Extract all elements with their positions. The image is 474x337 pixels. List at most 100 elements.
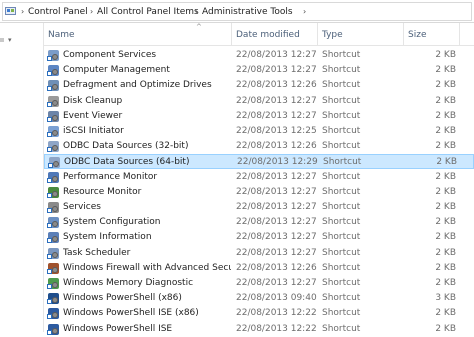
breadcrumb-separator-icon[interactable]: ›: [90, 7, 93, 16]
powershell-x86-icon: [47, 292, 60, 305]
file-type: Shortcut: [322, 217, 361, 228]
file-size: 2 KB: [435, 247, 456, 258]
file-date: 22/08/2013 12:29 ...: [237, 157, 319, 168]
file-size: 2 KB: [435, 126, 456, 136]
file-row[interactable]: Windows PowerShell ISE 22/08/2013 12:22 .…: [44, 322, 474, 337]
file-row[interactable]: ODBC Data Sources (64-bit) 22/08/2013 12:…: [44, 154, 474, 170]
address-bar[interactable]: › Control Panel › All Control Panel Item…: [0, 0, 474, 23]
defragment-icon: [47, 79, 60, 92]
file-size: 2 KB: [435, 217, 456, 228]
file-date: 22/08/2013 12:27 ...: [236, 110, 318, 121]
file-type: Shortcut: [322, 202, 361, 212]
column-size-label: Size: [408, 30, 427, 40]
computer-management-icon: [47, 64, 60, 77]
file-date: 22/08/2013 12:27 ...: [236, 247, 318, 258]
file-date: 22/08/2013 12:27 ...: [236, 278, 318, 288]
file-type: Shortcut: [322, 186, 361, 197]
file-name: Windows Memory Diagnostic: [63, 278, 194, 288]
file-type: Shortcut: [322, 247, 361, 258]
column-size-header[interactable]: Size: [404, 23, 460, 45]
odbc-32-icon: [47, 140, 60, 153]
file-date: 22/08/2013 12:26 ...: [236, 141, 318, 152]
file-type: Shortcut: [322, 80, 361, 91]
file-size: 3 KB: [435, 293, 456, 304]
file-row[interactable]: Windows PowerShell (x86) 22/08/2013 09:40…: [44, 291, 474, 306]
task-scheduler-icon: [47, 247, 60, 260]
file-row[interactable]: Windows Memory Diagnostic 22/08/2013 12:2…: [44, 276, 474, 291]
file-size: 2 KB: [435, 308, 456, 319]
file-size: 2 KB: [435, 80, 456, 91]
file-name: Resource Monitor: [63, 186, 142, 197]
file-date: 22/08/2013 12:27 ...: [236, 186, 318, 197]
file-type: Shortcut: [322, 110, 361, 121]
file-date: 22/08/2013 12:27 ...: [236, 217, 318, 228]
file-name: Windows PowerShell ISE: [63, 323, 173, 334]
disk-cleanup-icon: [47, 95, 60, 108]
file-row[interactable]: ODBC Data Sources (32-bit) 22/08/2013 12:…: [44, 139, 474, 154]
column-name-header[interactable]: Name: [44, 23, 232, 45]
file-date: 22/08/2013 09:40 ...: [236, 293, 318, 304]
file-name: Windows PowerShell ISE (x86): [63, 308, 199, 319]
file-name: Windows PowerShell (x86): [63, 293, 182, 304]
breadcrumb-all-items[interactable]: All Control Panel Items: [97, 7, 199, 17]
breadcrumb-control-panel[interactable]: Control Panel: [28, 7, 88, 17]
file-size: 2 KB: [435, 171, 456, 182]
file-type: Shortcut: [322, 293, 361, 304]
file-date: 22/08/2013 12:22 ...: [236, 323, 318, 334]
file-row[interactable]: Event Viewer 22/08/2013 12:27 ... Shortcut…: [44, 109, 474, 124]
file-row[interactable]: Windows PowerShell ISE (x86) 22/08/2013 1…: [44, 306, 474, 321]
file-type: Shortcut: [322, 262, 361, 273]
file-size: 2 KB: [435, 95, 456, 106]
file-type: Shortcut: [322, 65, 361, 76]
powershell-ise-icon: [47, 323, 60, 336]
file-type: Shortcut: [322, 323, 361, 334]
file-row[interactable]: Computer Management 22/08/2013 12:27 ... S…: [44, 63, 474, 78]
file-type: Shortcut: [322, 50, 361, 60]
breadcrumb[interactable]: › Control Panel › All Control Panel Item…: [2, 2, 472, 21]
file-date: 22/08/2013 12:27 ...: [236, 95, 318, 106]
file-name: Computer Management: [63, 65, 170, 76]
column-type-header[interactable]: Type: [318, 23, 404, 45]
file-date: 22/08/2013 12:25 ...: [236, 126, 318, 136]
file-row[interactable]: System Configuration 22/08/2013 12:27 ...…: [44, 215, 474, 230]
file-row[interactable]: Disk Cleanup 22/08/2013 12:27 ... Shortcut…: [44, 94, 474, 109]
file-row[interactable]: Component Services 22/08/2013 12:27 ... Sh…: [44, 48, 474, 63]
file-size: 2 KB: [435, 278, 456, 288]
file-size: 2 KB: [435, 262, 456, 273]
system-configuration-icon: [47, 216, 60, 229]
file-type: Shortcut: [322, 171, 361, 182]
file-date: 22/08/2013 12:27 ...: [236, 65, 318, 76]
resource-monitor-icon: [47, 186, 60, 199]
file-row[interactable]: Task Scheduler 22/08/2013 12:27 ... Shortc…: [44, 246, 474, 261]
file-row[interactable]: Defragment and Optimize Drives 22/08/2013…: [44, 78, 474, 93]
file-type: Shortcut: [322, 95, 361, 106]
breadcrumb-separator-icon[interactable]: ›: [21, 7, 24, 16]
file-size: 2 KB: [436, 157, 457, 168]
file-row[interactable]: Services 22/08/2013 12:27 ... Shortcut 2 KB: [44, 200, 474, 215]
iscsi-initiator-icon: [47, 125, 60, 138]
file-row[interactable]: Resource Monitor 22/08/2013 12:27 ... Shor…: [44, 185, 474, 200]
column-name-label: Name: [48, 30, 75, 40]
file-name: Performance Monitor: [63, 171, 158, 182]
file-date: 22/08/2013 12:26 ...: [236, 80, 318, 91]
file-row[interactable]: Windows Firewall with Advanced Security 2…: [44, 261, 474, 276]
file-type: Shortcut: [323, 157, 362, 168]
system-information-icon: [47, 231, 60, 244]
file-size: 2 KB: [435, 202, 456, 212]
column-type-label: Type: [322, 30, 343, 40]
file-name: Defragment and Optimize Drives: [63, 80, 212, 91]
navigation-pane[interactable]: ▾: [0, 23, 44, 332]
file-row[interactable]: System Information 22/08/2013 12:27 ... Sh…: [44, 230, 474, 245]
odbc-64-icon: [48, 156, 61, 169]
column-date-header[interactable]: Date modified: [232, 23, 318, 45]
file-size: 2 KB: [435, 232, 456, 243]
chevron-down-icon[interactable]: ▾: [8, 36, 12, 44]
file-row[interactable]: Performance Monitor 22/08/2013 12:27 ... S…: [44, 170, 474, 185]
file-row[interactable]: iSCSI Initiator 22/08/2013 12:25 ... Short…: [44, 124, 474, 139]
breadcrumb-separator-icon[interactable]: ›: [303, 7, 306, 16]
file-name: Services: [63, 202, 101, 212]
file-size: 2 KB: [435, 323, 456, 334]
breadcrumb-separator-icon[interactable]: ›: [195, 7, 198, 16]
performance-monitor-icon: [47, 171, 60, 184]
breadcrumb-administrative-tools[interactable]: Administrative Tools: [202, 7, 293, 17]
